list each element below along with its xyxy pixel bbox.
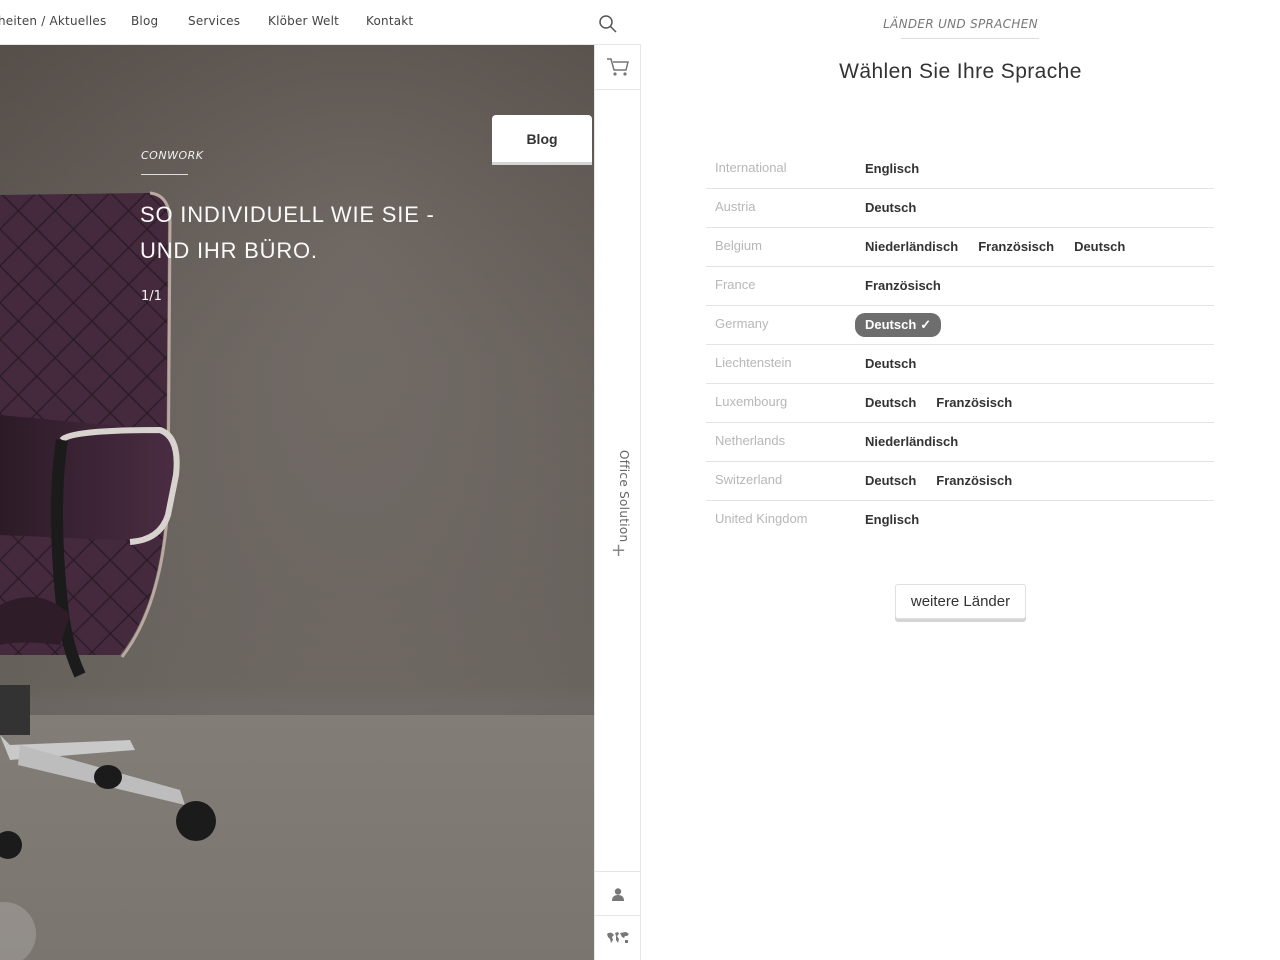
nav-item-kontakt[interactable]: Kontakt bbox=[366, 14, 413, 28]
language-option[interactable]: Deutsch bbox=[855, 196, 926, 219]
language-options: Deutsch ✓ bbox=[855, 313, 942, 337]
language-options: Englisch bbox=[855, 508, 929, 531]
office-chair-image bbox=[0, 191, 216, 859]
country-name: Luxembourg bbox=[715, 394, 788, 409]
language-option-selected[interactable]: Deutsch ✓ bbox=[855, 313, 942, 337]
side-toolbar: Office Solution + bbox=[594, 45, 641, 960]
country-name: International bbox=[715, 160, 787, 175]
language-option[interactable]: Niederländisch bbox=[855, 235, 968, 258]
slide-kicker: CONWORK bbox=[141, 149, 204, 162]
nav-item-blog[interactable]: Blog bbox=[131, 14, 158, 28]
language-label: Französisch bbox=[936, 473, 1013, 488]
language-option[interactable]: Deutsch bbox=[855, 391, 926, 414]
nav-item-kloeber-welt[interactable]: Klöber Welt bbox=[268, 14, 339, 28]
language-option[interactable]: Französisch bbox=[855, 274, 951, 297]
country-row: Liechtenstein Deutsch bbox=[706, 345, 1214, 384]
country-row: Luxembourg Deutsch Französisch bbox=[706, 384, 1214, 423]
language-option[interactable]: Französisch bbox=[968, 235, 1064, 258]
country-name: Belgium bbox=[715, 238, 762, 253]
language-label: Französisch bbox=[936, 395, 1013, 410]
language-label: Deutsch bbox=[865, 395, 917, 410]
country-row: France Französisch bbox=[706, 267, 1214, 306]
language-options: Englisch bbox=[855, 157, 929, 180]
country-name: Switzerland bbox=[715, 472, 783, 487]
language-options: Deutsch bbox=[855, 196, 926, 219]
language-label: Deutsch bbox=[865, 356, 917, 371]
slide-title: SO INDIVIDUELL WIE SIE - UND IHR BÜRO. bbox=[140, 202, 435, 263]
office-solution-label: Office Solution bbox=[617, 450, 631, 543]
language-selection-panel: LÄNDER UND SPRACHEN Wählen Sie Ihre Spra… bbox=[641, 0, 1280, 960]
cart-icon[interactable] bbox=[595, 45, 641, 90]
language-options: Deutsch bbox=[855, 352, 926, 375]
nav-item-services[interactable]: Services bbox=[188, 14, 240, 28]
country-language-list: International Englisch Austria Deutsch Belgi… bbox=[706, 150, 1214, 540]
language-option[interactable]: Englisch bbox=[855, 508, 929, 531]
language-label: Französisch bbox=[865, 278, 941, 293]
checkmark-icon: ✓ bbox=[920, 317, 932, 332]
language-options: Niederländisch Französisch Deutsch bbox=[855, 235, 1135, 258]
hero-slider: CONWORK SO INDIVIDUELL WIE SIE - UND IHR… bbox=[0, 45, 594, 960]
country-name: Liechtenstein bbox=[715, 355, 792, 370]
slide-counter: 1/1 bbox=[141, 289, 162, 304]
kicker-divider bbox=[141, 174, 188, 175]
language-options: Französisch bbox=[855, 274, 951, 297]
country-row: International Englisch bbox=[706, 150, 1214, 189]
language-label: Deutsch bbox=[865, 200, 917, 215]
language-option[interactable]: Englisch bbox=[855, 157, 929, 180]
language-label: Englisch bbox=[865, 512, 920, 527]
country-row: United Kingdom Englisch bbox=[706, 501, 1214, 540]
country-name: France bbox=[715, 277, 756, 292]
world-map-icon[interactable] bbox=[595, 915, 641, 960]
top-navigation: heiten / Aktuelles Blog Services Klöber … bbox=[0, 0, 641, 45]
country-name: Germany bbox=[715, 316, 769, 331]
more-countries-button[interactable]: weitere Länder bbox=[895, 584, 1026, 619]
language-option[interactable]: Deutsch bbox=[1064, 235, 1135, 258]
website-area: heiten / Aktuelles Blog Services Klöber … bbox=[0, 0, 641, 960]
nav-item-news[interactable]: heiten / Aktuelles bbox=[0, 14, 106, 28]
language-options: Deutsch Französisch bbox=[855, 391, 1022, 414]
country-name: Austria bbox=[715, 199, 756, 214]
language-label: Niederländisch bbox=[865, 239, 959, 254]
language-label: Englisch bbox=[865, 161, 920, 176]
language-option[interactable]: Deutsch bbox=[855, 352, 926, 375]
country-row: Netherlands Niederländisch bbox=[706, 423, 1214, 462]
country-row: Germany Deutsch ✓ bbox=[706, 306, 1214, 345]
language-option[interactable]: Deutsch bbox=[855, 469, 926, 492]
country-row: Austria Deutsch bbox=[706, 189, 1214, 228]
language-options: Niederländisch bbox=[855, 430, 968, 453]
country-row: Switzerland Deutsch Französisch bbox=[706, 462, 1214, 501]
language-option[interactable]: Französisch bbox=[926, 391, 1022, 414]
blog-tab-button[interactable]: Blog bbox=[492, 115, 592, 162]
office-solution-toggle[interactable]: Office Solution + bbox=[607, 450, 631, 570]
plus-icon: + bbox=[611, 540, 627, 561]
language-options: Deutsch Französisch bbox=[855, 469, 1022, 492]
language-label: Französisch bbox=[978, 239, 1055, 254]
panel-title: Wählen Sie Ihre Sprache bbox=[839, 60, 1082, 83]
panel-kicker: LÄNDER UND SPRACHEN bbox=[883, 17, 1038, 31]
language-option[interactable]: Niederländisch bbox=[855, 430, 968, 453]
search-icon[interactable] bbox=[598, 14, 618, 34]
country-name: Netherlands bbox=[715, 433, 786, 448]
country-row: Belgium Niederländisch Französisch Deutsch bbox=[706, 228, 1214, 267]
panel-kicker-divider bbox=[901, 38, 1039, 39]
country-name: United Kingdom bbox=[715, 511, 808, 526]
language-option[interactable]: Französisch bbox=[926, 469, 1022, 492]
user-icon[interactable] bbox=[595, 871, 641, 915]
language-label: Niederländisch bbox=[865, 434, 959, 449]
language-label: Deutsch bbox=[1074, 239, 1126, 254]
language-label: Deutsch bbox=[865, 317, 917, 332]
language-label: Deutsch bbox=[865, 473, 917, 488]
